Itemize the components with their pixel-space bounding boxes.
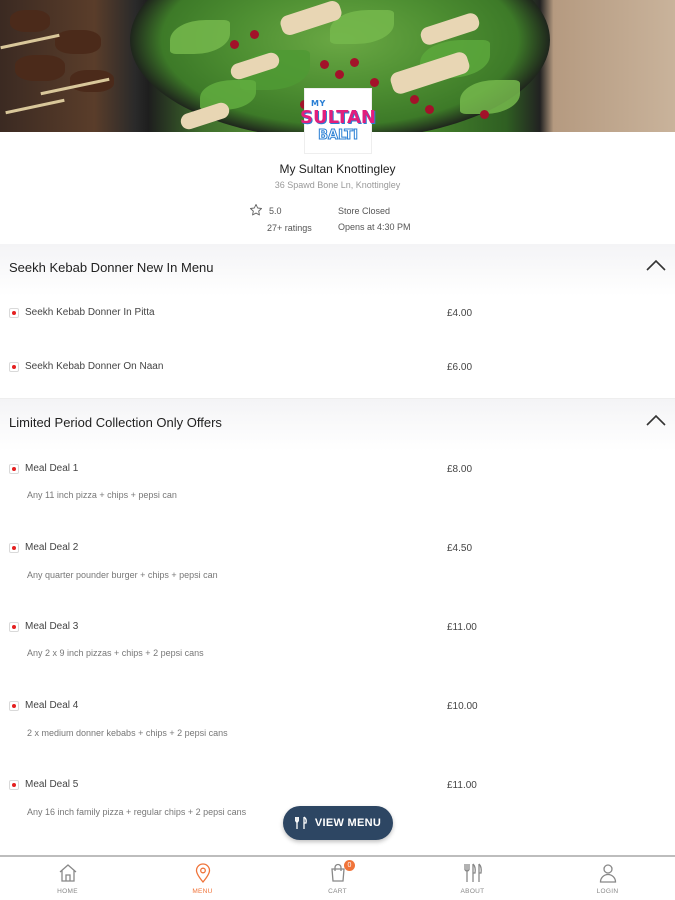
section-header[interactable]: Limited Period Collection Only Offers (0, 399, 675, 451)
logo-text-line2: SULTAN (300, 106, 376, 128)
ratings-count: 27+ ratings (267, 223, 312, 233)
item-price: £11.00 (447, 780, 477, 791)
tab-home[interactable]: HOME (0, 857, 135, 900)
view-menu-button[interactable]: VIEW MENU (283, 806, 393, 840)
tab-login[interactable]: LOGIN (540, 857, 675, 900)
tab-menu[interactable]: MENU (135, 857, 270, 900)
item-price: £6.00 (447, 362, 473, 373)
section-title: Limited Period Collection Only Offers (9, 415, 222, 430)
tab-login-label: LOGIN (596, 888, 619, 895)
location-pin-icon (195, 863, 211, 884)
menu-item[interactable]: Seekh Kebab Donner On Naan £6.00 (0, 354, 675, 398)
store-address: 36 Spawd Bone Ln, Knottingley (274, 180, 401, 190)
item-name: Meal Deal 4 (25, 700, 79, 711)
tab-cart[interactable]: 0 CART (270, 857, 405, 900)
item-description: 2 x medium donner kebabs + chips + 2 pep… (27, 728, 228, 738)
cutlery-icon (294, 816, 307, 829)
item-marker-icon (9, 464, 19, 474)
item-name: Meal Deal 2 (25, 542, 79, 553)
store-name: My Sultan Knottingley (279, 162, 396, 176)
logo-text-line3: BALTI (318, 127, 359, 143)
user-icon (599, 864, 617, 883)
item-marker-icon (9, 362, 19, 372)
item-name: Meal Deal 3 (25, 621, 79, 632)
item-name: Seekh Kebab Donner On Naan (25, 361, 164, 372)
item-marker-icon (9, 780, 19, 790)
store-status: Store Closed (338, 206, 391, 216)
item-name: Meal Deal 5 (25, 779, 79, 790)
item-price: £10.00 (447, 701, 478, 712)
item-price: £4.50 (447, 543, 473, 554)
item-price: £11.00 (447, 622, 477, 633)
item-description: Any 11 inch pizza + chips + pepsi can (27, 490, 177, 500)
item-name: Meal Deal 1 (25, 463, 79, 474)
cart-count-badge: 0 (344, 860, 355, 871)
menu-item[interactable]: Meal Deal 1 £8.00 Any 11 inch pizza + ch… (0, 456, 675, 526)
menu-item[interactable]: Seekh Kebab Donner In Pitta £4.00 (0, 300, 675, 350)
cutlery-icon (464, 863, 482, 882)
item-name: Seekh Kebab Donner In Pitta (25, 307, 155, 318)
item-price: £8.00 (447, 464, 473, 475)
store-rating: 5.0 (269, 206, 282, 216)
view-menu-label: VIEW MENU (314, 817, 382, 829)
home-icon (59, 864, 77, 882)
tab-about-label: ABOUT (460, 888, 485, 895)
item-description: Any 2 x 9 inch pizzas + chips + 2 pepsi … (27, 648, 204, 658)
chevron-up-icon[interactable] (645, 413, 667, 427)
item-marker-icon (9, 622, 19, 632)
bottom-tab-bar: HOME MENU 0 CART ABOUT LOGIN (0, 855, 675, 900)
section-header[interactable]: Seekh Kebab Donner New In Menu (0, 244, 675, 296)
tab-cart-label: CART (328, 888, 347, 895)
item-price: £4.00 (447, 308, 473, 319)
item-description: Any quarter pounder burger + chips + pep… (27, 570, 218, 580)
item-marker-icon (9, 543, 19, 553)
tab-menu-label: MENU (192, 888, 213, 895)
menu-item[interactable]: Meal Deal 4 £10.00 2 x medium donner keb… (0, 693, 675, 763)
item-description: Any 16 inch family pizza + regular chips… (27, 807, 247, 817)
menu-item[interactable]: Meal Deal 3 £11.00 Any 2 x 9 inch pizzas… (0, 614, 675, 684)
menu-item[interactable]: Meal Deal 2 £4.50 Any quarter pounder bu… (0, 535, 675, 605)
section-title: Seekh Kebab Donner New In Menu (9, 260, 214, 275)
store-opening-time: Opens at 4:30 PM (338, 222, 411, 232)
store-logo: MY SULTAN BALTI (300, 88, 376, 154)
item-marker-icon (9, 308, 19, 318)
tab-home-label: HOME (57, 888, 78, 895)
star-icon (249, 203, 263, 216)
chevron-up-icon[interactable] (645, 258, 667, 272)
item-marker-icon (9, 701, 19, 711)
tab-about[interactable]: ABOUT (405, 857, 540, 900)
